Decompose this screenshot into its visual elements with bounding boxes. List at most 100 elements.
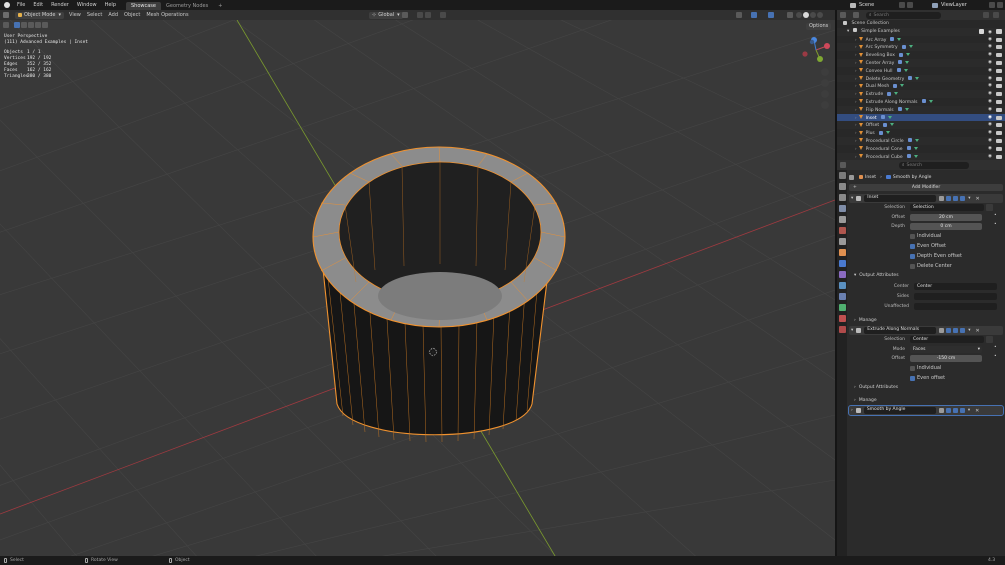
outliner-item[interactable]: › Offset ◉ [837, 121, 1005, 130]
expand-chevron-icon[interactable]: › [855, 138, 857, 143]
render-camera-icon[interactable] [996, 107, 1002, 112]
visibility-eye-icon[interactable]: ◉ [988, 59, 992, 67]
expand-chevron-icon[interactable]: › [855, 107, 857, 112]
visibility-eye-icon[interactable]: ◉ [988, 145, 992, 153]
visibility-eye-icon[interactable]: ◉ [988, 43, 992, 51]
viewport-toggle-icon[interactable] [946, 196, 952, 201]
keyframe-dot-icon[interactable]: • [994, 222, 997, 227]
active-tool-icon[interactable] [3, 22, 9, 28]
solid-shading-icon[interactable] [803, 12, 809, 18]
mesh-data-icon[interactable] [894, 92, 899, 96]
manage-panel-header[interactable]: › Manage [849, 315, 1003, 325]
outliner-item[interactable]: › Inset ◉ [837, 113, 1005, 122]
expand-chevron-icon[interactable]: › [855, 83, 857, 88]
mesh-data-icon[interactable] [915, 76, 920, 80]
render-camera-icon[interactable] [996, 37, 1002, 42]
visibility-eye-icon[interactable]: ◉ [988, 114, 992, 122]
render-camera-icon[interactable] [996, 92, 1002, 97]
outliner-item[interactable]: › Extrude ◉ [837, 90, 1005, 98]
offset-field[interactable]: -150 cm [910, 355, 982, 362]
proportional-edit-icon[interactable] [440, 12, 446, 18]
pan-hand-icon[interactable] [821, 79, 829, 87]
3d-viewport[interactable]: User Perspective (111) Advanced Examples… [0, 20, 835, 556]
visibility-eye-icon[interactable]: ◉ [988, 75, 992, 83]
modifier-wrench-icon[interactable] [897, 107, 902, 112]
scene-tab-icon[interactable] [838, 216, 846, 223]
expand-chevron-icon[interactable]: › [855, 154, 857, 159]
modifier-wrench-icon[interactable] [908, 76, 913, 81]
modifier-wrench-icon[interactable] [901, 44, 906, 49]
modifier-wrench-icon[interactable] [878, 130, 883, 135]
outliner-item[interactable]: › Arc Symmetry ◉ [837, 43, 1005, 52]
collapse-chevron-icon[interactable]: ▾ [851, 328, 853, 333]
select-mode-subtract-icon[interactable] [28, 22, 34, 28]
viewport-toggle-icon[interactable] [945, 408, 951, 413]
mesh-data-icon[interactable] [897, 37, 902, 41]
data-tab-icon[interactable] [838, 304, 846, 311]
physics-tab-icon[interactable] [838, 282, 846, 289]
menu-help[interactable]: Help [101, 0, 120, 10]
outliner-item[interactable]: › Procedural Circle ◉ [837, 136, 1005, 145]
tab-showcase[interactable]: Showcase [126, 1, 161, 10]
visibility-eye-icon[interactable]: ◉ [988, 129, 992, 137]
new-collection-icon[interactable] [993, 12, 999, 18]
zoom-icon[interactable] [821, 68, 829, 76]
expand-chevron-icon[interactable]: › [855, 99, 857, 104]
render-camera-icon[interactable] [996, 99, 1002, 104]
depth-even-offset-checkbox[interactable]: Depth Even offset [910, 253, 962, 259]
gizmo-toggle-icon[interactable] [751, 12, 757, 18]
modifier-wrench-icon[interactable] [906, 154, 911, 159]
modifier-dropdown-icon[interactable]: ▾ [968, 328, 970, 333]
vp-menu-mesh-operations[interactable]: Mesh Operations [143, 10, 191, 20]
visibility-eye-icon[interactable]: ◉ [988, 36, 992, 44]
expand-chevron-icon[interactable]: › [855, 146, 857, 151]
mesh-data-icon[interactable] [913, 146, 918, 150]
select-mode-intersect-icon[interactable] [42, 22, 48, 28]
overlays-toggle-icon[interactable] [768, 12, 774, 18]
collection-tab-icon[interactable] [838, 238, 846, 245]
visibility-eye-icon[interactable]: ◉ [988, 90, 992, 98]
outliner-item[interactable]: › Extrude Along Normals ◉ [837, 98, 1005, 106]
outliner-item[interactable]: › Procedural Cone ◉ [837, 145, 1005, 153]
mesh-data-icon[interactable] [908, 45, 913, 49]
modifier-wrench-icon[interactable] [921, 99, 926, 104]
modifier-extrude-header[interactable]: ▾ Extrude Along Normals ▾ ✕ [849, 326, 1003, 335]
expand-chevron-icon[interactable]: › [855, 130, 857, 135]
render-toggle-icon[interactable] [952, 408, 958, 413]
render-camera-icon[interactable] [996, 131, 1002, 136]
render-toggle-icon[interactable] [953, 196, 959, 201]
selection-field[interactable]: Center [910, 336, 984, 343]
individual-checkbox[interactable]: Individual [910, 233, 941, 239]
new-view-layer-icon[interactable] [989, 2, 995, 8]
vp-menu-object[interactable]: Object [121, 10, 143, 20]
output-attributes-panel-header[interactable]: ▾ Output Attributes [854, 273, 899, 278]
blender-logo-icon[interactable] [4, 2, 10, 8]
xray-toggle-icon[interactable] [787, 12, 793, 18]
mesh-data-icon[interactable] [905, 53, 910, 57]
render-camera-icon[interactable] [996, 68, 1002, 73]
exclude-checkbox[interactable] [979, 29, 984, 35]
expand-chevron-icon[interactable]: › [855, 52, 857, 57]
render-tab-icon[interactable] [838, 183, 846, 190]
render-camera-icon[interactable] [996, 53, 1002, 58]
offset-field[interactable]: 20 cm [910, 214, 982, 221]
render-camera-icon[interactable] [996, 45, 1002, 50]
expand-chevron-icon[interactable]: › [851, 408, 853, 413]
snap-target-icon[interactable] [425, 12, 431, 18]
view-layer-selector[interactable]: ViewLayer [932, 1, 1003, 9]
camera-toggle-icon[interactable] [960, 196, 966, 201]
expand-chevron-icon[interactable]: ▾ [847, 29, 849, 34]
visibility-eye-icon[interactable]: ◉ [988, 106, 992, 114]
expand-chevron-icon[interactable]: › [855, 37, 857, 42]
depth-field[interactable]: 0 cm [910, 223, 982, 230]
modifier-smooth-header[interactable]: › Smooth by Angle ▾ ✕ [848, 405, 1004, 416]
menu-window[interactable]: Window [73, 0, 101, 10]
tab-geometry-nodes[interactable]: Geometry Nodes [161, 2, 213, 10]
select-mode-invert-icon[interactable] [35, 22, 41, 28]
camera-toggle-icon[interactable] [959, 408, 965, 413]
outliner-item[interactable]: › Convex Hull ◉ [837, 67, 1005, 75]
viewport-options-button[interactable]: Options [806, 23, 832, 30]
render-camera-icon[interactable] [996, 123, 1002, 128]
camera-view-icon[interactable] [821, 90, 829, 98]
outliner-item[interactable]: › Flip Normals ◉ [837, 105, 1005, 114]
